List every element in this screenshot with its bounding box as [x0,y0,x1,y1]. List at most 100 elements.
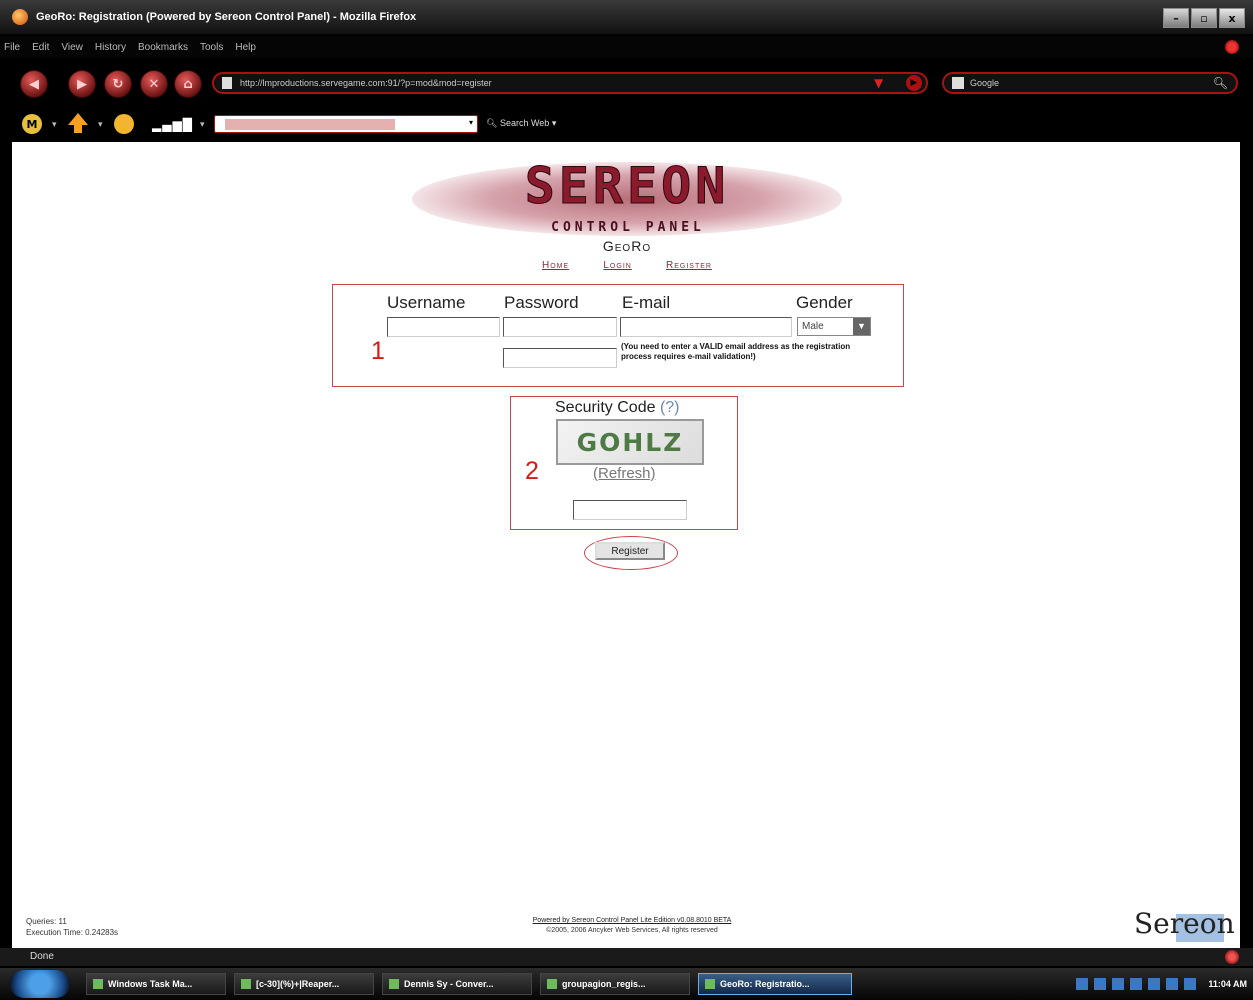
addon-status-icon[interactable] [1225,950,1239,964]
menu-edit[interactable]: Edit [32,42,49,53]
execution-time: Execution Time: 0.24283s [26,928,119,937]
taskbar-item-active[interactable]: GeoRo: Registratio... [698,973,852,995]
copyright-text: ©2005, 2006 Ancyker Web Services, All ri… [546,927,718,934]
menu-help[interactable]: Help [235,42,256,53]
tray-icon[interactable] [1076,978,1089,990]
register-button[interactable]: Register [595,542,665,560]
close-button[interactable]: x [1219,8,1245,28]
taskbar-item[interactable]: groupagion_regis... [540,973,690,995]
mail-addon-icon[interactable]: M [22,114,42,134]
email-input[interactable] [620,317,792,337]
dropdown-arrow-icon[interactable]: ▼ [874,76,888,90]
smiley-icon[interactable] [114,114,134,134]
taskbar-item[interactable]: Windows Task Ma... [86,973,226,995]
status-bar: Done [0,948,1253,966]
up-arrow-icon[interactable] [68,113,88,125]
window-title-bar: GeoRo: Registration (Powered by Sereon C… [0,0,1253,34]
sereon-logo: SEREON CONTROL PANEL [412,156,842,244]
google-engine-icon[interactable] [952,77,964,89]
minimize-button[interactable]: – [1163,8,1189,28]
firefox-icon [705,979,715,989]
search-bar[interactable]: Google 🔍︎ [942,72,1238,94]
screen: GeoRo: Registration (Powered by Sereon C… [0,0,1253,1000]
confirm-password-input[interactable] [503,348,617,368]
password-input[interactable] [503,317,617,337]
address-url[interactable]: http://lmproductions.servegame.com:91/?p… [240,78,492,88]
menu-view[interactable]: View [61,42,83,53]
tray-icon[interactable] [1094,978,1107,990]
stop-button[interactable]: ✕ [140,70,168,98]
taskbar: Windows Task Ma... [c-30](%)+|Reaper... … [0,968,1253,1000]
security-code-title: Security Code (?) [555,399,680,416]
gender-selected-value: Male [802,321,824,332]
back-button[interactable]: ◀ [20,70,48,98]
status-text: Done [30,951,54,962]
email-validation-note: (You need to enter a VALID email address… [621,342,851,361]
captcha-refresh-link[interactable]: (Refresh) [593,465,656,482]
nav-home-link[interactable]: Home [542,260,569,271]
stop-icon: ✕ [148,76,160,92]
navigation-toolbar: ◀ ▶ ↻ ✕ ⌂ http://lmproductions.servegame… [0,62,1253,104]
password-label: Password [504,293,579,312]
site-nav: Home Login Register [542,260,712,271]
toolbar-search-input[interactable]: ▾ [214,115,478,133]
clock[interactable]: 11:04 AM [1208,979,1247,989]
taskbar-item[interactable]: [c-30](%)+|Reaper... [234,973,374,995]
start-button[interactable] [10,970,70,998]
dropdown-icon[interactable]: ▾ [52,120,57,130]
menu-bar: File Edit View History Bookmarks Tools H… [0,36,1253,58]
window-title: GeoRo: Registration (Powered by Sereon C… [36,11,417,23]
annotation-2: 2 [525,457,539,485]
page-footer: Powered by Sereon Control Panel Lite Edi… [472,916,792,936]
logo-sub-text: CONTROL PANEL [551,220,705,235]
back-arrow-icon: ◀ [29,76,39,92]
network-icon[interactable] [1166,978,1179,990]
reload-button[interactable]: ↻ [104,70,132,98]
home-button[interactable]: ⌂ [174,70,202,98]
addon-toolbar: M ▾ ▾ ▂▄▆█ ▾ ▾ 🔍︎ Search Web ▾ [0,108,1253,140]
maximize-button[interactable]: ▫ [1191,8,1217,28]
forward-button[interactable]: ▶ [68,70,96,98]
page-content: SEREON CONTROL PANEL GeoRo Home Login Re… [12,142,1240,948]
nav-login-link[interactable]: Login [603,260,631,271]
system-tray: 11:04 AM [997,973,1247,995]
corner-logo-text: Sereon [1134,907,1235,940]
page-icon [222,77,232,89]
web-search-button[interactable]: 🔍︎ Search Web ▾ [486,118,556,129]
reload-icon: ↻ [112,76,124,92]
powered-by-link[interactable]: Powered by Sereon Control Panel Lite Edi… [472,916,792,926]
tray-icon[interactable] [1130,978,1143,990]
signal-bars-icon: ▂▄▆█ [152,118,193,132]
menu-tools[interactable]: Tools [200,42,223,53]
window-controls: – ▫ x [1163,8,1245,28]
sereon-corner-logo: Sereon [1132,904,1236,942]
security-help-link[interactable]: (?) [660,399,680,416]
go-button[interactable]: ▶ [906,75,922,91]
address-bar[interactable]: http://lmproductions.servegame.com:91/?p… [212,72,928,94]
security-code-input[interactable] [573,500,687,520]
task-manager-icon [93,979,103,989]
chevron-down-icon[interactable]: ▾ [469,118,473,127]
dropdown-icon[interactable]: ▾ [98,120,103,130]
search-icon: 🔍︎ [486,118,498,128]
chevron-down-icon[interactable]: ▼ [853,318,870,335]
registration-form: Username Password E-mail Gender Male ▼ (… [332,284,904,387]
queries-count: Queries: 11 [26,917,67,926]
tray-icon[interactable] [1148,978,1161,990]
app-icon [241,979,251,989]
tray-icon[interactable] [1112,978,1125,990]
security-code-box: Security Code (?) GOHLZ (Refresh) 2 [510,396,738,530]
menu-file[interactable]: File [4,42,20,53]
annotation-1: 1 [371,337,385,365]
menu-history[interactable]: History [95,42,126,53]
throbber-icon [1225,40,1239,54]
taskbar-item[interactable]: Dennis Sy - Conver... [382,973,532,995]
menu-bookmarks[interactable]: Bookmarks [138,42,188,53]
dropdown-icon[interactable]: ▾ [200,120,205,130]
firefox-icon [12,9,28,25]
gender-select[interactable]: Male ▼ [797,317,871,336]
nav-register-link[interactable]: Register [666,260,712,271]
username-input[interactable] [387,317,500,337]
volume-icon[interactable] [1184,978,1197,990]
search-icon[interactable]: 🔍︎ [1213,76,1228,90]
